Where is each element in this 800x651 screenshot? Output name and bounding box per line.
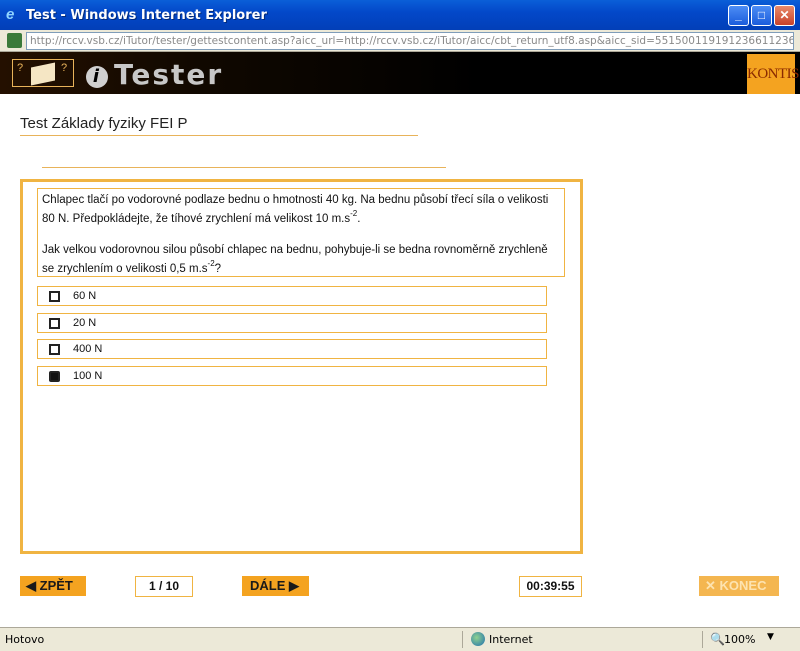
zoom-level[interactable]: 100% [724, 633, 755, 646]
address-bar: http://rccv.vsb.cz/iTutor/tester/gettest… [0, 30, 800, 52]
answer-checkbox[interactable] [49, 291, 60, 302]
status-separator [462, 631, 463, 648]
itester-header-banner: ? ? i Tester KONTIS [0, 52, 800, 94]
page-security-icon [7, 33, 22, 48]
answer-label: 100 N [73, 370, 103, 382]
answer-option[interactable]: 60 N [37, 286, 547, 306]
security-zone: Internet [489, 633, 533, 646]
back-button-label: ZPĚT [39, 578, 73, 593]
answer-option[interactable]: 100 N [37, 366, 547, 386]
answer-checkbox[interactable] [49, 344, 60, 355]
logo-question-mark: ? [61, 62, 68, 74]
end-button[interactable]: ✕ KONEC [699, 576, 779, 596]
answer-label: 60 N [73, 290, 97, 302]
itester-logo-icon: ? ? [12, 59, 74, 87]
chevron-down-icon[interactable]: ▼ [767, 632, 774, 642]
title-divider [20, 135, 418, 136]
section-divider [42, 167, 446, 168]
answer-label: 400 N [73, 343, 103, 355]
back-button[interactable]: ◀ ZPĚT [20, 576, 86, 596]
test-title: Test Základy fyziky FEI P [20, 115, 188, 132]
answer-option[interactable]: 400 N [37, 339, 547, 359]
arrow-left-icon: ◀ [26, 578, 36, 593]
answer-label: 20 N [73, 317, 97, 329]
timer: 00:39:55 [519, 576, 582, 597]
question-paragraph-1: Chlapec tlačí po vodorovné podlaze bednu… [42, 194, 549, 225]
kontis-logo: KONTIS [747, 54, 800, 94]
maximize-button[interactable]: □ [751, 5, 772, 26]
itester-brand: i Tester [86, 58, 224, 91]
window-title-bar[interactable]: e Test - Windows Internet Explorer _ □ ✕ [0, 0, 800, 30]
minimize-button[interactable]: _ [728, 5, 749, 26]
status-separator [702, 631, 703, 648]
answer-checkbox-checked[interactable] [49, 371, 60, 382]
arrow-right-icon: ▶ [289, 578, 300, 593]
close-button[interactable]: ✕ [774, 5, 795, 26]
page-counter: 1 / 10 [135, 576, 193, 597]
close-icon: ✕ [705, 578, 716, 593]
book-icon [31, 62, 55, 86]
logo-question-mark: ? [17, 62, 24, 74]
status-text: Hotovo [5, 633, 45, 646]
end-button-label: KONEC [719, 578, 767, 593]
internet-explorer-icon: e [6, 6, 15, 23]
next-button-label: DÁLE [250, 578, 286, 593]
zoom-icon[interactable]: 🔍 [710, 632, 725, 646]
window-title: Test - Windows Internet Explorer [26, 8, 267, 23]
answer-checkbox[interactable] [49, 318, 60, 329]
answer-option[interactable]: 20 N [37, 313, 547, 333]
status-bar: Hotovo Internet 🔍 100% ▼ [0, 627, 800, 651]
question-text: Chlapec tlačí po vodorovné podlaze bednu… [37, 188, 565, 277]
url-field[interactable]: http://rccv.vsb.cz/iTutor/tester/gettest… [26, 32, 794, 50]
question-paragraph-2: Jak velkou vodorovnou silou působí chlap… [42, 244, 548, 275]
next-button[interactable]: DÁLE ▶ [242, 576, 309, 596]
info-icon: i [86, 66, 108, 88]
globe-icon [471, 632, 485, 646]
brand-name: Tester [114, 58, 224, 91]
